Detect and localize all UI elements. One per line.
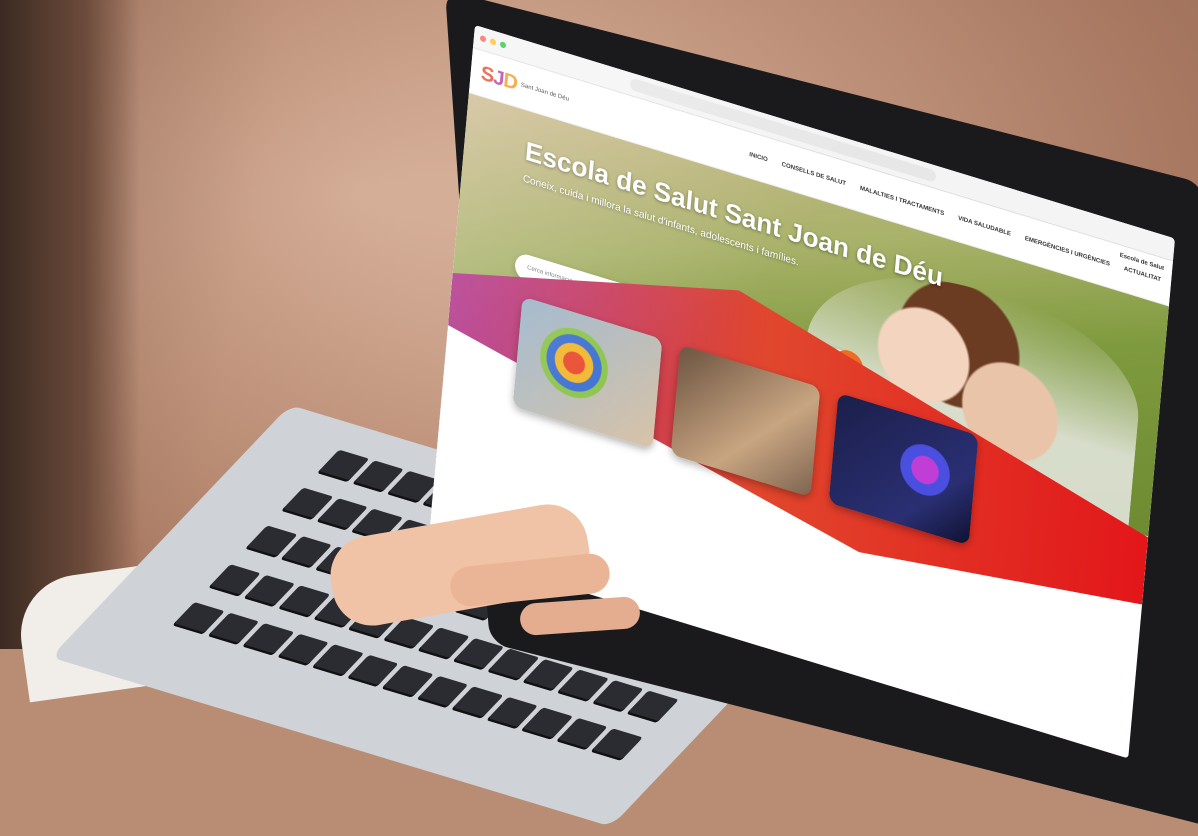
nav-item-emergencies[interactable]: EMERGÈNCIES I URGÈNCIES (1025, 236, 1111, 268)
laptop: SJD Sant Joan de Déu INICIO CONSELLS DE … (0, 0, 1198, 836)
logo-text: Sant Joan de Déu (520, 81, 570, 103)
site-logo[interactable]: SJD (480, 62, 518, 96)
minimize-dot-icon[interactable] (489, 37, 497, 46)
zoom-dot-icon[interactable] (499, 40, 507, 49)
close-dot-icon[interactable] (479, 34, 487, 43)
nav-item-malalties[interactable]: MALALTIES I TRACTAMENTS (860, 186, 945, 218)
nav-item-vida[interactable]: VIDA SALUDABLE (958, 216, 1011, 238)
logo-letter: D (502, 68, 518, 95)
nav-item-inicio[interactable]: INICIO (749, 152, 768, 164)
nav-item-consells[interactable]: CONSELLS DE SALUT (781, 162, 846, 188)
